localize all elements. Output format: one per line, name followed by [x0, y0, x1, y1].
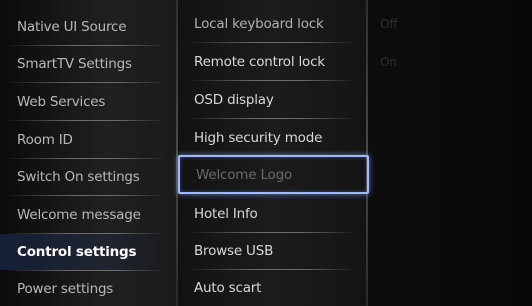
- left-divider: [176, 0, 178, 306]
- submenu-item-hotel-info[interactable]: Hotel Info: [180, 196, 366, 233]
- submenu-item-label: Remote control lock: [194, 54, 325, 70]
- menu-item-label: Welcome message: [17, 207, 141, 223]
- submenu-item-browse-usb[interactable]: Browse USB: [180, 233, 366, 270]
- option-off[interactable]: Off: [368, 6, 532, 42]
- option-label: On: [380, 55, 397, 69]
- menu-item-web-services[interactable]: Web Services: [0, 84, 176, 121]
- menu-item-switch-on-settings[interactable]: Switch On settings: [0, 159, 176, 196]
- menu-item-label: Power settings: [17, 281, 114, 297]
- menu-item-label: Native UI Source: [17, 19, 127, 35]
- submenu-item-auto-scart[interactable]: Auto scart: [180, 270, 366, 306]
- option-on[interactable]: On: [368, 44, 532, 80]
- submenu-item-label: Hotel Info: [194, 206, 258, 222]
- menu-item-label: Room ID: [17, 132, 73, 148]
- submenu-item-label: Browse USB: [194, 243, 274, 259]
- submenu-item-label: Welcome Logo: [196, 166, 293, 183]
- submenu-item-label: Auto scart: [194, 280, 262, 296]
- submenu-item-osd-display[interactable]: OSD display: [180, 82, 366, 119]
- submenu-item-local-keyboard-lock[interactable]: Local keyboard lock: [180, 6, 366, 43]
- submenu-item-label: OSD display: [194, 92, 274, 108]
- menu-item-label: Control settings: [17, 244, 137, 260]
- submenu-item-label: Local keyboard lock: [194, 16, 324, 32]
- submenu-item-high-security-mode[interactable]: High security mode: [180, 120, 366, 157]
- submenu-item-remote-control-lock[interactable]: Remote control lock: [180, 44, 366, 81]
- tv-settings-screen: Native UI Source SmartTV Settings Web Se…: [0, 0, 532, 306]
- menu-item-control-settings[interactable]: Control settings: [0, 234, 176, 271]
- menu-item-label: Switch On settings: [17, 169, 140, 185]
- option-label: Off: [380, 17, 398, 31]
- menu-item-room-id[interactable]: Room ID: [0, 122, 176, 159]
- submenu-item-welcome-logo[interactable]: Welcome Logo: [178, 155, 369, 194]
- menu-item-native-ui-source[interactable]: Native UI Source: [0, 9, 176, 46]
- menu-item-power-settings[interactable]: Power settings: [0, 271, 176, 306]
- submenu-item-label: High security mode: [194, 130, 323, 146]
- menu-item-smarttv-settings[interactable]: SmartTV Settings: [0, 46, 176, 83]
- menu-item-label: Web Services: [17, 94, 106, 110]
- menu-item-welcome-message[interactable]: Welcome message: [0, 197, 176, 234]
- menu-item-label: SmartTV Settings: [17, 56, 132, 72]
